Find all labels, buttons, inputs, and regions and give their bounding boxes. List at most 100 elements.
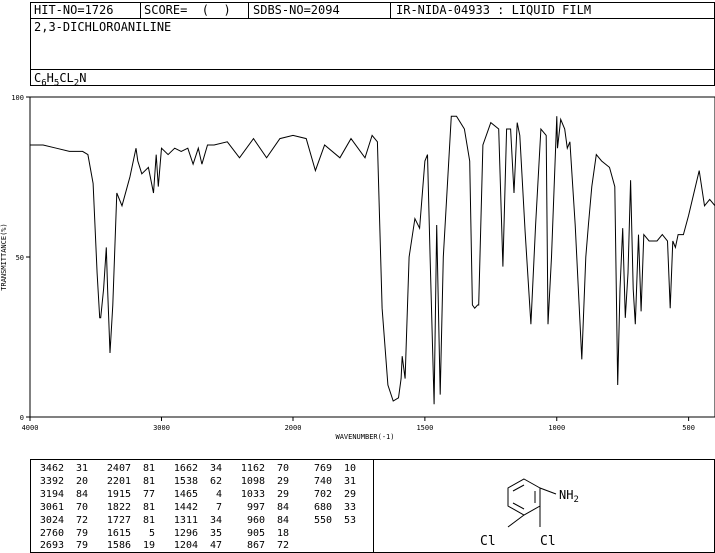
- peak-transmittance: 33: [343, 501, 356, 513]
- peak-row: 1538 62: [168, 476, 222, 489]
- peak-row: 1586 19: [101, 540, 155, 553]
- peak-row: 550 53: [302, 515, 356, 528]
- peak-row: 3024 72: [34, 515, 88, 528]
- peak-transmittance: 18: [276, 527, 289, 539]
- peak-row: 1662 34: [168, 463, 222, 476]
- peak-wavenumber: 1915: [106, 488, 131, 500]
- peak-wavenumber: 1465: [173, 488, 198, 500]
- peak-transmittance: 84: [276, 501, 289, 513]
- peak-wavenumber: 2407: [106, 463, 131, 474]
- peak-row: 2201 81: [101, 476, 155, 489]
- peak-transmittance: 35: [209, 527, 222, 539]
- peak-transmittance: 5: [148, 527, 155, 539]
- x-tick-label: 1500: [416, 424, 433, 432]
- peak-row: 997 84: [235, 502, 289, 515]
- ir-id: IR-NIDA-04933 : LIQUID FILM: [396, 3, 592, 17]
- plot-frame: [29, 96, 715, 418]
- peak-row: 1442 7: [168, 502, 222, 515]
- header-box: [30, 2, 715, 86]
- peak-wavenumber: 867: [246, 540, 265, 552]
- x-tick-label: 1000: [548, 424, 565, 432]
- peak-transmittance: 81: [142, 501, 155, 513]
- spectrum-trace: [30, 115, 715, 405]
- x-tick-label: 4000: [22, 424, 39, 432]
- peak-wavenumber: 1538: [173, 475, 198, 487]
- peak-row: 769 10: [302, 463, 356, 476]
- peak-row: 3061 70: [34, 502, 88, 515]
- peak-transmittance: 79: [75, 540, 88, 552]
- peak-transmittance: 84: [75, 488, 88, 500]
- peak-transmittance: 10: [343, 463, 356, 474]
- peak-wavenumber: 1822: [106, 501, 131, 513]
- peak-wavenumber: 3024: [39, 514, 64, 526]
- peak-transmittance: 20: [75, 475, 88, 487]
- peak-row: 3194 84: [34, 489, 88, 502]
- peak-transmittance: 79: [75, 527, 88, 539]
- peak-row: 740 31: [302, 476, 356, 489]
- peak-row: 1098 29: [235, 476, 289, 489]
- peak-transmittance: 4: [215, 488, 222, 500]
- peak-row: 1615 5: [101, 528, 155, 541]
- peak-wavenumber: 680: [313, 501, 332, 513]
- peak-row: 1162 70: [235, 463, 289, 476]
- peak-wavenumber: 1727: [106, 514, 131, 526]
- x-tick-label: 3000: [153, 424, 170, 432]
- peak-wavenumber: 2760: [39, 527, 64, 539]
- peak-transmittance: 81: [142, 463, 155, 474]
- peak-wavenumber: 769: [313, 463, 332, 474]
- peak-column: 1662 34 1538 62 1465 4 1442 7 1311 34 1296 35 1204 47: [168, 463, 222, 553]
- peak-wavenumber: 3194: [39, 488, 64, 500]
- peak-wavenumber: 3462: [39, 463, 64, 474]
- peak-transmittance: 70: [75, 501, 88, 513]
- peak-wavenumber: 1033: [240, 488, 265, 500]
- peak-transmittance: 19: [142, 540, 155, 552]
- y-tick-label: 50: [16, 254, 24, 262]
- peak-transmittance: 62: [209, 475, 222, 487]
- header-divider: [30, 18, 715, 19]
- peak-wavenumber: 905: [246, 527, 265, 539]
- peak-row: 905 18: [235, 528, 289, 541]
- peak-transmittance: 72: [276, 540, 289, 552]
- peak-transmittance: 7: [215, 501, 222, 513]
- peak-row: 1311 34: [168, 515, 222, 528]
- peak-wavenumber: 1586: [106, 540, 131, 552]
- peak-row: 867 72: [235, 540, 289, 553]
- x-axis-label: WAVENUMBER(-1): [335, 433, 394, 441]
- peak-row: 1465 4: [168, 489, 222, 502]
- peak-row: 680 33: [302, 502, 356, 515]
- sdbs-no: SDBS-NO=2094: [253, 3, 340, 17]
- x-tick-label: 2000: [285, 424, 302, 432]
- x-tick-label: 500: [682, 424, 695, 432]
- peak-transmittance: 72: [75, 514, 88, 526]
- peak-wavenumber: 960: [246, 514, 265, 526]
- peak-transmittance: 70: [276, 463, 289, 474]
- hit-no: HIT-NO=1726: [34, 3, 114, 17]
- peak-transmittance: 31: [343, 475, 356, 487]
- peak-transmittance: 81: [142, 514, 155, 526]
- amino-group: NH2: [559, 488, 579, 505]
- peak-row: 1727 81: [101, 515, 155, 528]
- peak-wavenumber: 1442: [173, 501, 198, 513]
- peak-transmittance: 47: [209, 540, 222, 552]
- peak-transmittance: 29: [276, 488, 289, 500]
- ir-spectrum-chart: 4000 3000 2000 1500 1000 500 0 50 100 WAVENUMBER…: [0, 94, 715, 441]
- peak-row: 3462 31: [34, 463, 88, 476]
- chlorine-left: Cl: [480, 534, 496, 549]
- peak-row: 2760 79: [34, 528, 88, 541]
- peak-transmittance: 29: [343, 488, 356, 500]
- peak-transmittance: 31: [75, 463, 88, 474]
- peak-transmittance: 29: [276, 475, 289, 487]
- peak-wavenumber: 1662: [173, 463, 198, 474]
- peak-wavenumber: 2201: [106, 475, 131, 487]
- peak-transmittance: 34: [209, 514, 222, 526]
- peak-row: 1822 81: [101, 502, 155, 515]
- chlorine-right: Cl: [540, 534, 556, 549]
- peak-row: 2407 81: [101, 463, 155, 476]
- peak-transmittance: 34: [209, 463, 222, 474]
- peak-row: 1296 35: [168, 528, 222, 541]
- peak-wavenumber: 2693: [39, 540, 64, 552]
- peak-wavenumber: 1311: [173, 514, 198, 526]
- peak-transmittance: 53: [343, 514, 356, 526]
- peak-wavenumber: 740: [313, 475, 332, 487]
- y-tick-label: 0: [20, 414, 24, 422]
